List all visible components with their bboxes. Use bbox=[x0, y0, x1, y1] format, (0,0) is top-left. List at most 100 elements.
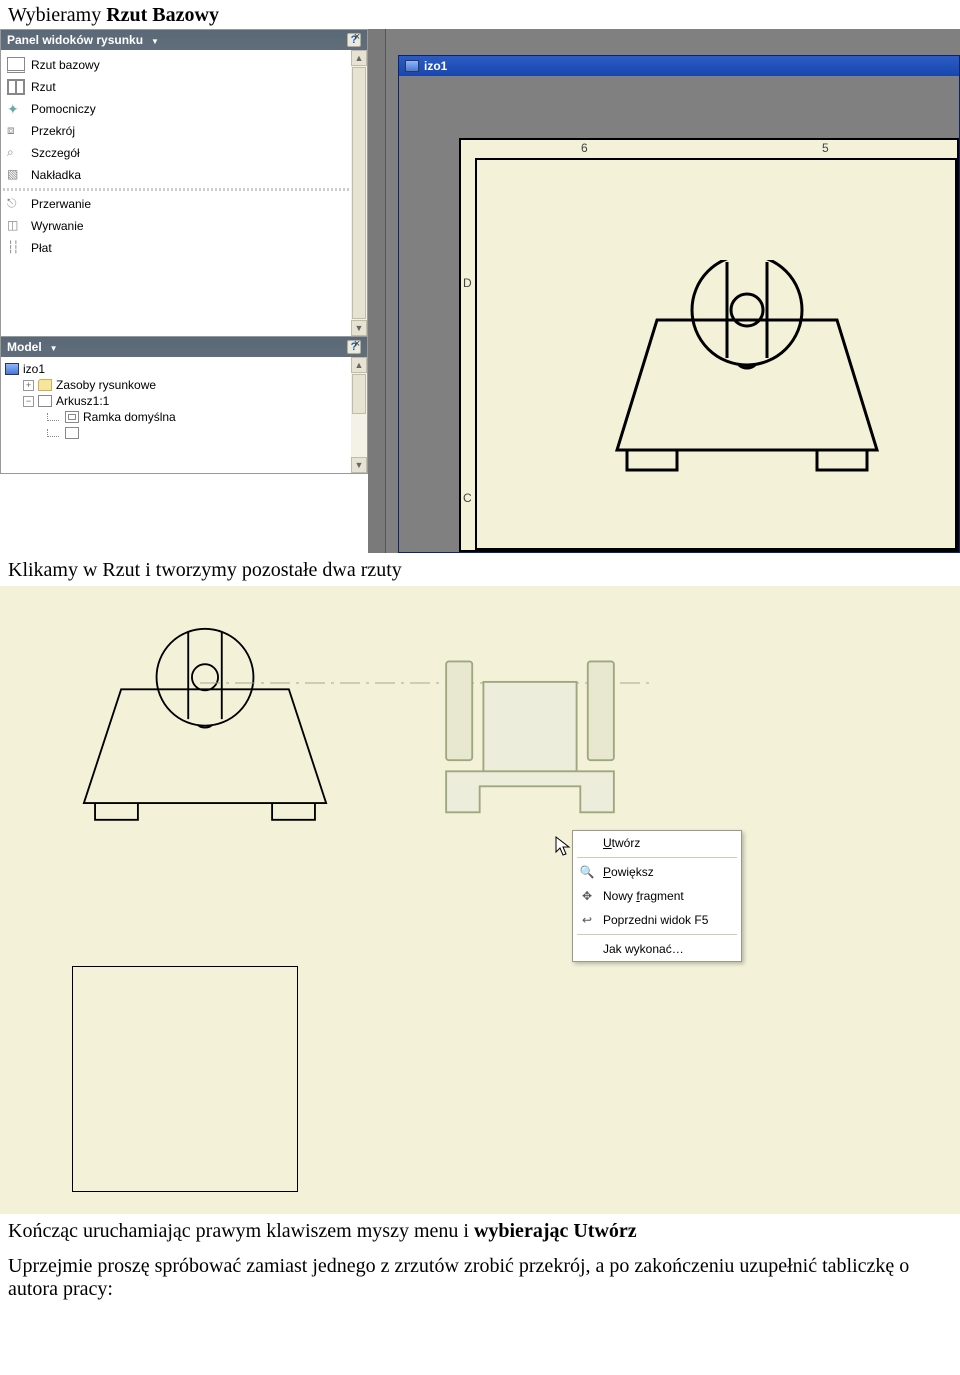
menu-item-utwórz[interactable]: Utwórz bbox=[573, 831, 741, 855]
scroll-down-icon[interactable]: ▼ bbox=[351, 457, 367, 473]
i-plat-icon bbox=[7, 240, 25, 256]
view-item-label: Przekrój bbox=[31, 124, 75, 138]
ruler-label: C bbox=[463, 491, 472, 505]
model-panel-title[interactable]: Model ? bbox=[1, 337, 367, 357]
panel-title-label: Model bbox=[7, 340, 42, 354]
i-brk-icon bbox=[7, 196, 25, 212]
menu-icon: 🔍 bbox=[579, 864, 595, 880]
screenshot-2: Utwórz 🔍 Powiększ ✥ Nowy fragment ↩Poprzedni … bbox=[0, 586, 960, 1214]
menu-item-how[interactable]: Jak wykonać… bbox=[573, 937, 741, 961]
view-item-pomocniczy[interactable]: Pomocniczy bbox=[1, 98, 367, 120]
menu-item-powiększ[interactable]: 🔍 Powiększ bbox=[573, 860, 741, 884]
front-view-drawing bbox=[65, 626, 345, 831]
expand-icon[interactable]: + bbox=[23, 380, 34, 391]
view-item-szczegół[interactable]: Szczegół bbox=[1, 142, 367, 164]
mdi-left-scroll[interactable] bbox=[368, 29, 386, 553]
intro-line-1a: Wybieramy bbox=[8, 4, 106, 26]
i-pom-icon bbox=[7, 101, 25, 117]
frame-icon bbox=[65, 427, 79, 439]
drawing-frame bbox=[475, 158, 957, 550]
tree-label: Zasoby rysunkowe bbox=[56, 378, 156, 392]
menu-item-nowy[interactable]: ✥ Nowy fragment bbox=[573, 884, 741, 908]
mdi-toolbar bbox=[386, 29, 960, 55]
tree-item[interactable]: . bbox=[37, 425, 367, 441]
ruler-label: D bbox=[463, 276, 472, 290]
document-canvas[interactable]: 6 5 D C bbox=[399, 78, 959, 552]
blank-icon bbox=[579, 941, 595, 957]
tree-label: Ramka domyślna bbox=[83, 410, 176, 424]
scroll-down-icon[interactable]: ▼ bbox=[351, 320, 367, 336]
side-view-ghost bbox=[420, 626, 640, 831]
i-rz-icon bbox=[7, 79, 25, 95]
menu-item-label: Jak wykonać… bbox=[603, 942, 684, 956]
scroll-up-icon[interactable]: ▲ bbox=[351, 357, 367, 373]
tree-item[interactable]: Ramka domyślna bbox=[37, 409, 367, 425]
scroll-thumb[interactable] bbox=[352, 67, 366, 319]
intro-line-2: Klikamy w Rzut i tworzymy pozostałe dwa … bbox=[0, 553, 960, 586]
view-item-label: Rzut bbox=[31, 80, 56, 94]
menu-item-label: Utwórz bbox=[603, 836, 640, 850]
menu-item-poprzedni[interactable]: ↩Poprzedni widok F5 bbox=[573, 908, 741, 932]
menu-separator bbox=[577, 934, 737, 935]
empty-view-placeholder bbox=[72, 966, 298, 1192]
drawing-views-panel: × Panel widoków rysunku ? ▲ ▼ Rzut bazow… bbox=[0, 29, 368, 337]
close-icon[interactable]: × bbox=[351, 32, 363, 44]
row-rulers: D C bbox=[461, 158, 475, 550]
i-rb-icon bbox=[7, 57, 25, 73]
drawing-views-panel-title[interactable]: Panel widoków rysunku ? bbox=[1, 30, 367, 50]
view-item-label: Pomocniczy bbox=[31, 102, 96, 116]
sheet-icon bbox=[38, 395, 52, 407]
para-konczac: Kończąc uruchamiając prawym klawiszem my… bbox=[0, 1214, 960, 1249]
view-item-płat[interactable]: Płat bbox=[1, 237, 367, 259]
close-icon[interactable]: × bbox=[351, 339, 363, 351]
tree-item[interactable]: + Zasoby rysunkowe bbox=[19, 377, 367, 393]
chevron-down-icon bbox=[46, 340, 58, 354]
mdi-area: izo1 6 5 D C bbox=[368, 29, 960, 553]
drawing-views-panel-body: ▲ ▼ Rzut bazowy Rzut Pomocniczy Przekrój Szc… bbox=[1, 50, 367, 336]
tree-root-item[interactable]: izo1 bbox=[1, 361, 367, 377]
chevron-down-icon bbox=[147, 33, 159, 47]
collapse-icon[interactable]: − bbox=[23, 396, 34, 407]
para-konczac-b: wybierając Utwórz bbox=[474, 1220, 637, 1242]
scroll-thumb[interactable] bbox=[352, 374, 366, 414]
panel-title-label: Panel widoków rysunku bbox=[7, 33, 143, 47]
view-item-label: Płat bbox=[31, 241, 52, 255]
cursor-icon bbox=[555, 836, 571, 858]
tree-twig bbox=[47, 429, 59, 437]
i-szc-icon bbox=[7, 145, 25, 161]
drawing-file-icon bbox=[405, 60, 419, 72]
document-title-label: izo1 bbox=[424, 59, 447, 73]
menu-icon: ↩ bbox=[579, 912, 595, 928]
view-item-rzut-bazowy[interactable]: Rzut bazowy bbox=[1, 54, 367, 76]
vertical-scrollbar[interactable]: ▲ ▼ bbox=[351, 50, 367, 336]
tree-label: Arkusz1:1 bbox=[56, 394, 109, 408]
document-window: izo1 6 5 D C bbox=[398, 55, 960, 553]
tree-twig bbox=[47, 413, 59, 421]
intro-line-1b: Rzut Bazowy bbox=[106, 4, 219, 26]
menu-icon: ✥ bbox=[579, 888, 595, 904]
menu-item-label: Powiększ bbox=[603, 865, 654, 879]
scroll-up-icon[interactable]: ▲ bbox=[351, 50, 367, 66]
folder-icon bbox=[38, 379, 52, 391]
vertical-scrollbar[interactable]: ▲ ▼ bbox=[351, 357, 367, 473]
menu-item-label: Nowy fragment bbox=[603, 889, 684, 903]
view-item-wyrwanie[interactable]: Wyrwanie bbox=[1, 215, 367, 237]
para-uprzejmie: Uprzejmie proszę spróbować zamiast jedne… bbox=[0, 1249, 960, 1307]
para-konczac-a: Kończąc uruchamiając prawym klawiszem my… bbox=[8, 1220, 474, 1242]
view-item-label: Rzut bazowy bbox=[31, 58, 100, 72]
view-item-rzut[interactable]: Rzut bbox=[1, 76, 367, 98]
document-titlebar[interactable]: izo1 bbox=[399, 56, 959, 76]
intro-line-1: Wybieramy Rzut Bazowy bbox=[0, 0, 960, 29]
model-tree: ▲ ▼ izo1 + Zasoby rysunkowe − A bbox=[1, 357, 367, 473]
i-nak-icon bbox=[7, 167, 25, 183]
view-item-przekrój[interactable]: Przekrój bbox=[1, 120, 367, 142]
i-prz-icon bbox=[7, 123, 25, 139]
tree-item[interactable]: − Arkusz1:1 bbox=[19, 393, 367, 409]
view-item-nakładka[interactable]: Nakładka bbox=[1, 164, 367, 186]
front-view-drawing bbox=[597, 260, 897, 480]
model-panel: × Model ? ▲ ▼ izo1 + Zas bbox=[0, 337, 368, 474]
drawing-file-icon bbox=[5, 363, 19, 375]
tree-label: izo1 bbox=[23, 362, 45, 376]
view-item-przerwanie[interactable]: Przerwanie bbox=[1, 193, 367, 215]
left-sidebar: × Panel widoków rysunku ? ▲ ▼ Rzut bazow… bbox=[0, 29, 368, 553]
